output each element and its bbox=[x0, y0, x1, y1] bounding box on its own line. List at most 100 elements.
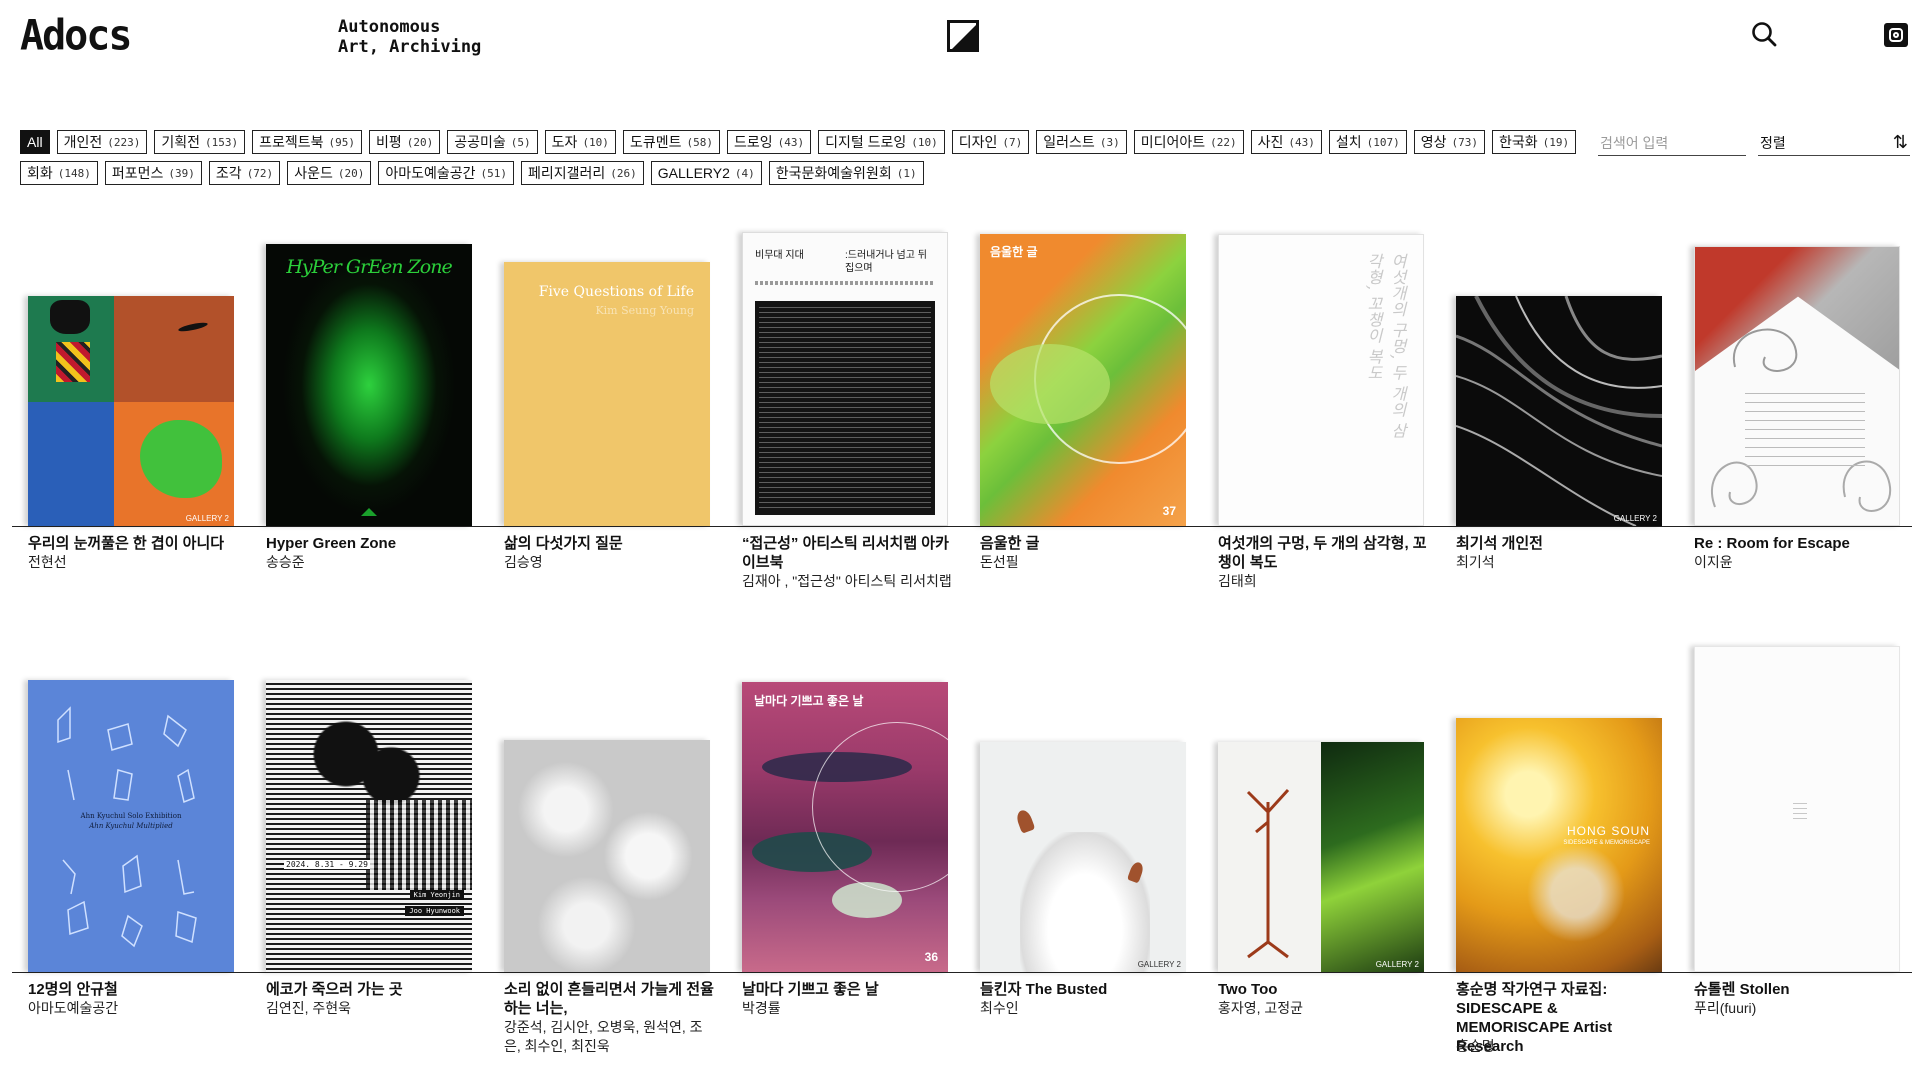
filter-chip[interactable]: 설치 (107) bbox=[1328, 130, 1407, 154]
filter-chip-count: (20) bbox=[337, 166, 365, 180]
book-author: 이지윤 bbox=[1694, 554, 1733, 570]
filter-chip[interactable]: 공공미술 (5) bbox=[447, 130, 538, 154]
search-input[interactable] bbox=[1598, 130, 1746, 156]
filter-chip-count: (43) bbox=[777, 135, 805, 149]
filter-chip-label: 프로젝트북 bbox=[259, 134, 324, 150]
filter-chip[interactable]: 사운드 (20) bbox=[287, 161, 372, 185]
filter-chip[interactable]: 드로잉 (43) bbox=[726, 130, 812, 154]
book-title[interactable]: Two Too bbox=[1218, 980, 1438, 999]
book-cover[interactable]: 날마다 기쁘고 좋은 날 36 bbox=[742, 682, 948, 972]
cover-heading-left: 비무대 지대 bbox=[755, 250, 804, 261]
book-cover[interactable] bbox=[1694, 646, 1900, 972]
book-author: 박경률 bbox=[742, 1000, 781, 1016]
filter-chip[interactable]: 디지털 드로잉 (10) bbox=[818, 130, 945, 154]
book-cover[interactable]: 음울한 글 37 bbox=[980, 234, 1186, 526]
filter-chip[interactable]: 한국문화예술위원회 (1) bbox=[768, 161, 924, 185]
book-cover[interactable]: GALLERY 2 bbox=[980, 742, 1186, 972]
book-cover[interactable]: Five Questions of Life Kim Seung Young bbox=[504, 262, 710, 526]
filter-chip[interactable]: 일러스트 (3) bbox=[1036, 130, 1127, 154]
book-cover[interactable]: GALLERY 2 bbox=[1456, 296, 1662, 526]
book-title[interactable]: 최기석 개인전 bbox=[1456, 534, 1676, 553]
book-cover[interactable]: 비무대 지대 :드러내거나 넘고 뒤집으며 bbox=[742, 232, 948, 526]
book-title[interactable]: 12명의 안규철 bbox=[28, 980, 248, 999]
cover-number: 36 bbox=[924, 950, 938, 964]
book-cover[interactable]: 2024. 8.31 - 9.29 Kim Yeonjin Joo Hyunwo… bbox=[266, 680, 472, 972]
book-title[interactable]: “접근성” 아티스틱 리서치랩 아카이브북 bbox=[742, 534, 952, 572]
site-logo[interactable]: Adocs bbox=[20, 15, 132, 57]
cover-title: 날마다 기쁘고 좋은 날 bbox=[754, 694, 864, 708]
filter-chip-label: 설치 bbox=[1335, 134, 1362, 150]
book-author: 김태희 bbox=[1218, 573, 1257, 589]
site-header: Adocs Autonomous Art, Archiving bbox=[0, 0, 1920, 80]
filter-chip-count: (58) bbox=[686, 135, 713, 149]
filter-chip-count: (10) bbox=[582, 135, 609, 149]
instagram-icon[interactable] bbox=[1884, 23, 1908, 47]
book-title[interactable]: 여섯개의 구멍, 두 개의 삼각형, 꼬챙이 복도 bbox=[1218, 534, 1428, 572]
book-title[interactable]: 에코가 죽으러 가는 곳 bbox=[266, 980, 486, 999]
brand-mark-icon[interactable] bbox=[947, 20, 979, 52]
book-cover[interactable]: Ahn Kyuchul Solo Exhibition Ahn Kyuchul … bbox=[28, 680, 234, 972]
cover-subtitle: Ahn Kyuchul Multiplied bbox=[89, 822, 173, 830]
book-cover[interactable]: GALLERY 2 bbox=[1218, 742, 1424, 972]
tagline-line-2: Art, Archiving bbox=[338, 37, 482, 57]
book-title[interactable]: Hyper Green Zone bbox=[266, 534, 486, 553]
filter-chip[interactable]: GALLERY2 (4) bbox=[650, 161, 762, 185]
filter-chip[interactable]: All bbox=[20, 130, 50, 154]
book-cover[interactable]: HyPer GrEen Zone bbox=[266, 244, 472, 526]
cover-heading-right: :드러내거나 넘고 뒤집으며 bbox=[845, 250, 927, 274]
sort-label: 정렬 bbox=[1760, 134, 1786, 151]
book-cover[interactable]: 여섯개의 구멍, 두 개의 삼각형, 꼬챙이 복도 bbox=[1218, 234, 1424, 526]
search-icon[interactable] bbox=[1750, 20, 1780, 50]
book-author: 돈선필 bbox=[980, 554, 1019, 570]
filter-chip[interactable]: 미디어아트 (22) bbox=[1133, 130, 1244, 154]
filter-chip[interactable]: 한국화 (19) bbox=[1492, 130, 1577, 154]
filter-chip[interactable]: 도자 (10) bbox=[544, 130, 616, 154]
book-title[interactable]: 들킨자 The Busted bbox=[980, 980, 1200, 999]
filter-chip[interactable]: 프로젝트북 (95) bbox=[252, 130, 362, 154]
filter-chip[interactable]: 아마도예술공간 (51) bbox=[378, 161, 514, 185]
sort-arrows-icon: ⇅ bbox=[1892, 132, 1908, 152]
filter-chip[interactable]: 비평 (20) bbox=[369, 130, 441, 154]
filter-chip-count: (43) bbox=[1288, 135, 1315, 149]
book-cover[interactable]: GALLERY 2 bbox=[28, 296, 234, 526]
book-title[interactable]: Re : Room for Escape bbox=[1694, 534, 1914, 553]
book-cover[interactable] bbox=[1694, 246, 1900, 526]
cover-author: Kim Seung Young bbox=[595, 304, 694, 317]
filter-chip[interactable]: 기획전 (153) bbox=[154, 130, 246, 154]
book-cover[interactable]: HONG SOUN SIDESCAPE & MEMORISCAPE bbox=[1456, 718, 1662, 972]
book-title[interactable]: 음울한 글 bbox=[980, 534, 1200, 553]
filter-chip-label: 기획전 bbox=[161, 134, 200, 150]
filter-chip[interactable]: 회화 (148) bbox=[20, 161, 98, 185]
book-author: 김승영 bbox=[504, 554, 543, 570]
book-title[interactable]: 소리 없이 흔들리면서 가늘게 전율하는 너는, bbox=[504, 980, 714, 1018]
shelf-divider bbox=[12, 972, 1912, 973]
filter-chip[interactable]: 사진 (43) bbox=[1250, 130, 1322, 154]
gallery2-mark: GALLERY 2 bbox=[1137, 960, 1181, 969]
book-cover[interactable] bbox=[504, 740, 710, 972]
filter-chip-count: (26) bbox=[610, 166, 637, 180]
book-title[interactable]: 날마다 기쁘고 좋은 날 bbox=[742, 980, 962, 999]
filter-row-2: 회화 (148) 퍼포먼스 (39) 조각 (72) 사운드 (20) 아마도예술공간 (51) 페… bbox=[20, 161, 1590, 185]
filter-chip-count: (5) bbox=[510, 135, 531, 149]
shelf-divider bbox=[12, 526, 1912, 527]
filter-chip[interactable]: 퍼포먼스 (39) bbox=[104, 161, 202, 185]
filter-chip-count: (153) bbox=[204, 135, 239, 149]
book-title[interactable]: 슈톨렌 Stollen bbox=[1694, 980, 1914, 999]
filter-chip-label: 비평 bbox=[376, 134, 402, 150]
filter-chip[interactable]: 페리지갤러리 (26) bbox=[521, 161, 644, 185]
filter-chip-count: (3) bbox=[1099, 135, 1120, 149]
book-title[interactable]: 우리의 눈꺼풀은 한 겹이 아니다 bbox=[28, 534, 248, 553]
sort-dropdown[interactable]: 정렬 ⇅ bbox=[1758, 130, 1910, 156]
filter-chip-label: 도큐멘트 bbox=[629, 134, 682, 150]
book-title[interactable]: 삶의 다섯가지 질문 bbox=[504, 534, 724, 553]
filter-chip[interactable]: 개인전 (223) bbox=[56, 130, 148, 154]
filter-chip[interactable]: 조각 (72) bbox=[208, 161, 281, 185]
filter-chip-label: 드로잉 bbox=[733, 134, 773, 150]
book-author: 강준석, 김시안, 오병욱, 원석연, 조은, 최수인, 최진욱 bbox=[504, 1019, 703, 1054]
book-author: 송승준 bbox=[266, 554, 305, 570]
filter-chip[interactable]: 디자인 (7) bbox=[951, 130, 1030, 154]
filter-chip[interactable]: 영상 (73) bbox=[1413, 130, 1486, 154]
filter-chip[interactable]: 도큐멘트 (58) bbox=[622, 130, 720, 154]
cover-date: 2024. 8.31 - 9.29 bbox=[284, 860, 370, 869]
filter-chip-count: (22) bbox=[1210, 135, 1237, 149]
